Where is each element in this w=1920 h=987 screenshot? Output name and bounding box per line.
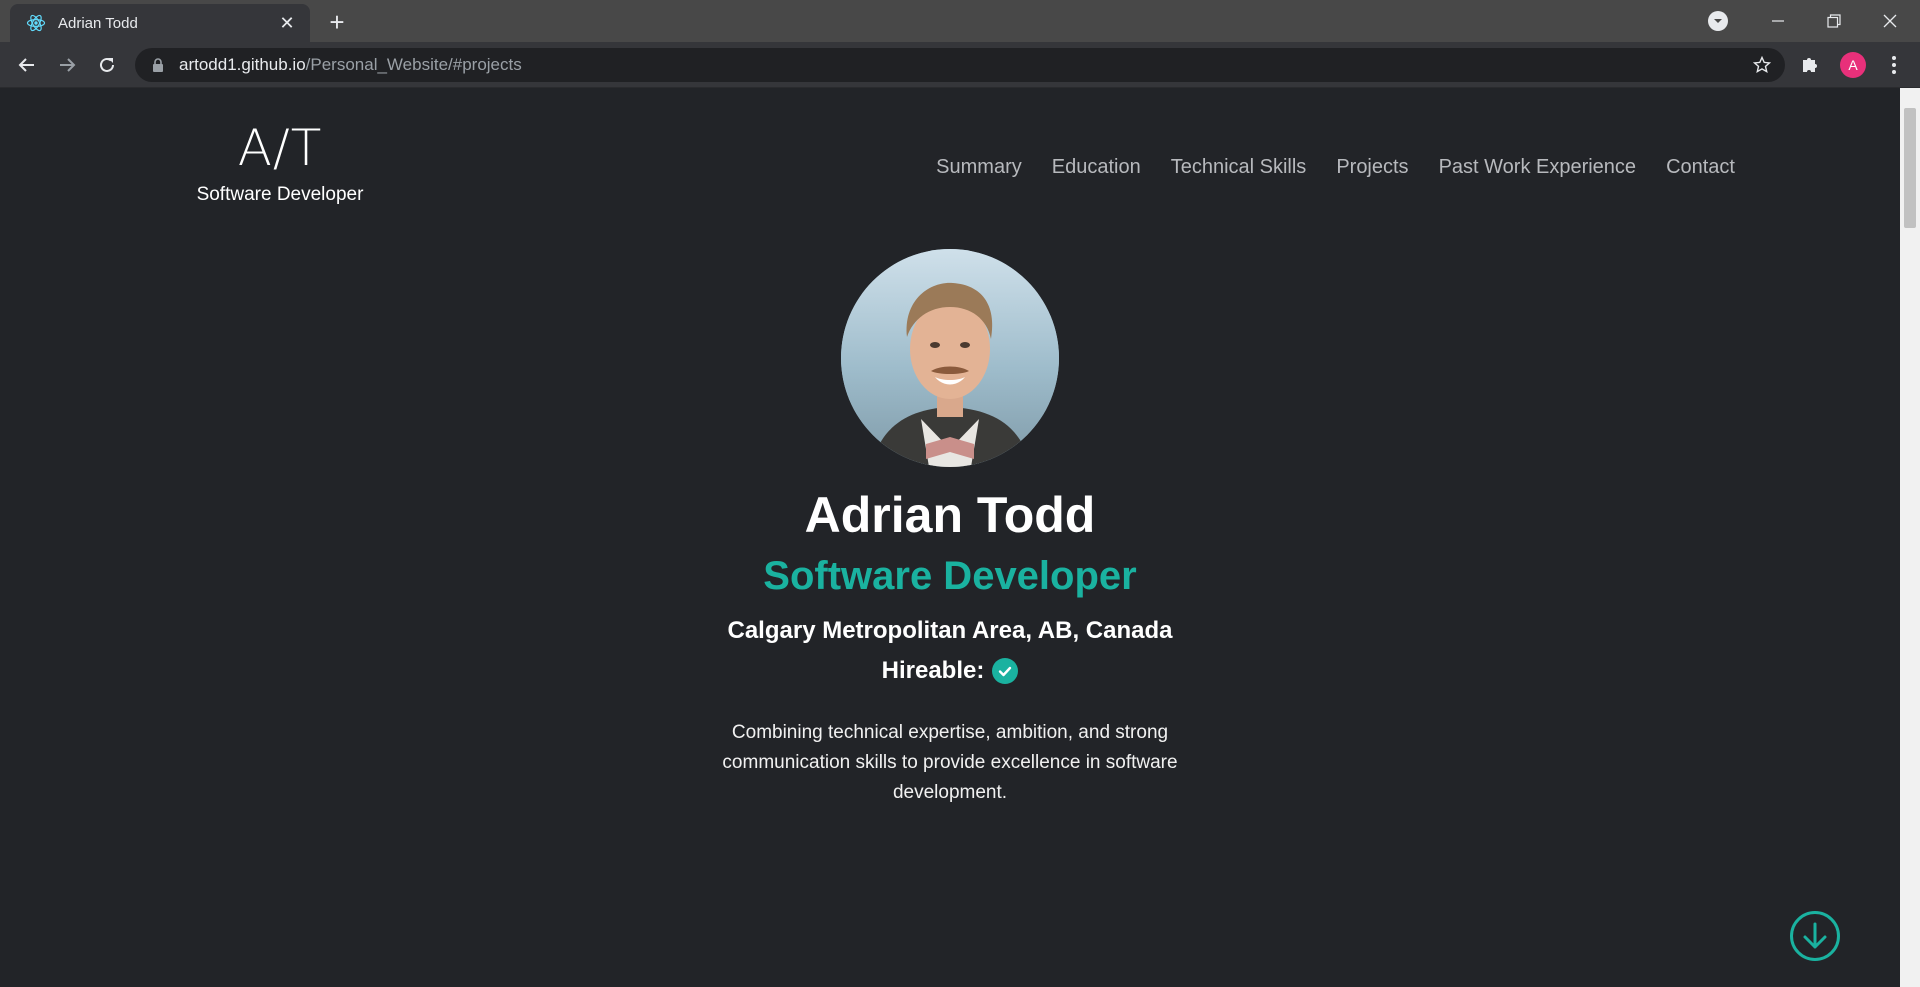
nav-education[interactable]: Education <box>1052 156 1141 179</box>
browser-toolbar: artodd1.github.io/Personal_Website/#proj… <box>0 42 1920 88</box>
hero-name: Adrian Todd <box>804 487 1096 543</box>
hero-location: Calgary Metropolitan Area, AB, Canada <box>727 617 1173 644</box>
menu-kebab-icon[interactable] <box>1884 54 1904 76</box>
nav-technical-skills[interactable]: Technical Skills <box>1171 156 1307 179</box>
arrow-down-icon <box>1803 922 1827 949</box>
site-logo[interactable]: A/T Software Developer <box>180 118 380 206</box>
restore-icon[interactable] <box>1806 0 1862 42</box>
nav-contact[interactable]: Contact <box>1666 156 1735 179</box>
nav-summary[interactable]: Summary <box>936 156 1022 179</box>
minimize-icon[interactable] <box>1750 0 1806 42</box>
nav-past-work-experience[interactable]: Past Work Experience <box>1439 156 1637 179</box>
browser-tab[interactable]: Adrian Todd ✕ <box>10 4 310 42</box>
scroll-down-button[interactable] <box>1790 911 1840 961</box>
hireable-status: Hireable: <box>0 657 1900 685</box>
site-nav: Summary Education Technical Skills Proje… <box>936 156 1735 179</box>
close-window-icon[interactable] <box>1862 0 1918 42</box>
browser-window: Adrian Todd ✕ + artodd1.github.io/Person… <box>0 0 1920 987</box>
close-tab-icon[interactable]: ✕ <box>276 12 298 34</box>
profile-avatar[interactable]: A <box>1840 52 1866 78</box>
hireable-label: Hireable: <box>881 657 985 684</box>
new-tab-button[interactable]: + <box>323 7 351 37</box>
url-text: artodd1.github.io/Personal_Website/#proj… <box>179 55 522 74</box>
tab-title: Adrian Todd <box>58 14 138 32</box>
extensions-icon[interactable] <box>1800 54 1820 79</box>
page-scrollbar[interactable] <box>1900 88 1920 987</box>
nav-projects[interactable]: Projects <box>1336 156 1408 179</box>
tab-search-icon[interactable] <box>1708 11 1728 31</box>
bookmark-star-icon[interactable] <box>1752 55 1772 79</box>
profile-photo <box>841 249 1059 467</box>
web-page: A/T Software Developer Summary Education… <box>0 88 1900 987</box>
hero-blurb: Combining technical expertise, ambition,… <box>722 722 1178 803</box>
check-circle-icon <box>992 658 1019 684</box>
logo-mark: A/T <box>237 119 323 177</box>
forward-icon[interactable] <box>52 50 82 80</box>
address-bar[interactable]: artodd1.github.io/Personal_Website/#proj… <box>135 48 1785 82</box>
logo-subtitle: Software Developer <box>196 184 364 205</box>
react-icon <box>26 13 46 33</box>
hero-role: Software Developer <box>763 554 1137 598</box>
lock-icon <box>151 57 165 73</box>
scrollbar-thumb[interactable] <box>1904 108 1916 228</box>
back-icon[interactable] <box>12 50 42 80</box>
tab-strip: Adrian Todd ✕ + <box>0 0 1920 42</box>
reload-icon[interactable] <box>92 50 122 80</box>
